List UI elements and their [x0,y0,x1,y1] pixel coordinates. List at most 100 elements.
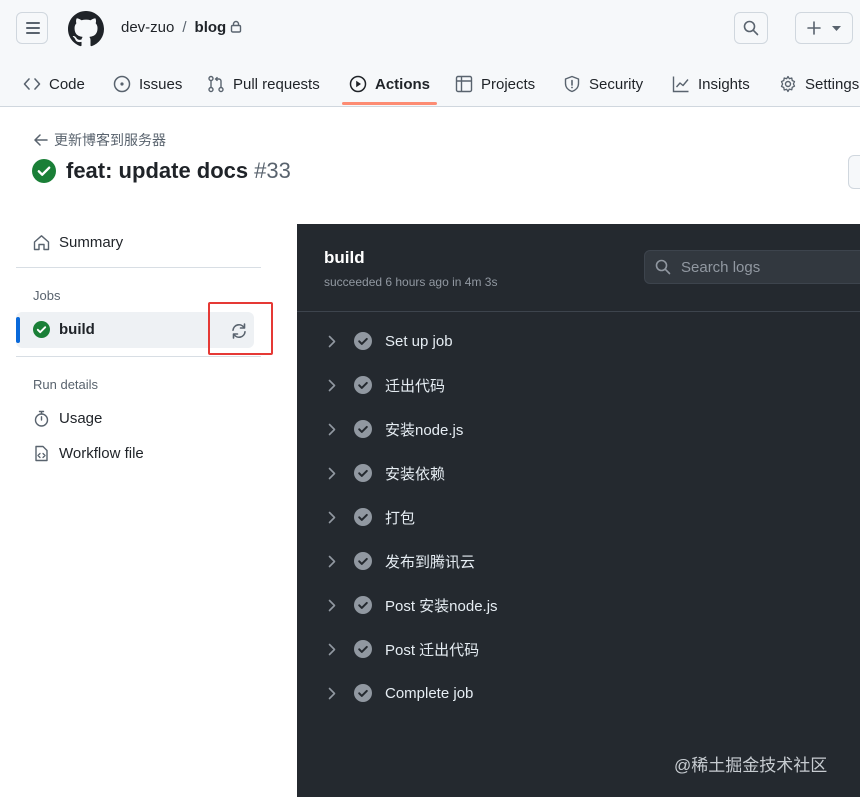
sidebar-item-label: Usage [59,410,103,427]
check-circle-icon [354,508,372,526]
sidebar-divider [16,267,261,268]
tab-projects[interactable]: Projects [455,64,535,104]
chevron-right-icon [328,599,336,611]
gear-icon [780,75,796,93]
tab-security[interactable]: Security [563,64,643,104]
search-logs-input[interactable] [679,257,853,277]
workflow-back-link[interactable]: 更新博客到服务器 [34,130,166,150]
log-step-label: Complete job [385,684,474,702]
check-circle-icon [33,321,50,338]
chevron-right-icon [328,643,336,655]
log-job-name: build [324,248,365,267]
log-step[interactable]: Complete job [297,671,860,715]
tab-label: Pull requests [233,75,320,93]
tab-label: Security [589,75,644,93]
job-label: build [33,321,95,338]
repo-tab-bar: Code Issues Pull requests Actions Projec… [0,64,860,106]
selected-job-indicator [16,317,20,343]
tab-label: Issues [139,75,183,93]
log-step[interactable]: Post 安装node.js [297,583,860,627]
chevron-right-icon [328,467,336,479]
log-step-label: 安装node.js [385,421,464,439]
workflow-name: 更新博客到服务器 [54,132,166,148]
chevron-right-icon [328,335,336,347]
rerun-menu-button[interactable] [848,155,860,189]
triangle-down-icon [832,26,841,31]
active-tab-indicator [342,102,437,105]
home-icon [33,235,50,251]
chevron-right-icon [328,687,336,699]
owner-link[interactable]: dev-zuo [121,19,174,36]
log-status-line: succeeded 6 hours ago in 4m 3s [324,275,498,289]
log-step[interactable]: 安装node.js [297,407,860,451]
check-circle-icon [354,596,372,614]
log-step[interactable]: Post 迁出代码 [297,627,860,671]
breadcrumb-separator: / [182,19,187,36]
log-step-label: Post 安装node.js [385,597,498,615]
job-name: build [59,321,95,338]
tab-settings[interactable]: Settings [779,64,859,104]
hamburger-button[interactable] [16,12,48,44]
run-title: feat: update docs #33 [32,158,291,184]
issue-icon [113,75,131,93]
arrow-left-icon [34,134,48,146]
check-circle-icon [354,684,372,702]
github-logo-icon[interactable] [68,11,104,47]
check-circle-icon [354,376,372,394]
log-step-label: 打包 [385,509,416,527]
tab-actions[interactable]: Actions [349,64,430,104]
tab-label: Insights [698,75,750,93]
jobs-heading: Jobs [33,288,61,303]
log-divider [297,311,860,312]
log-step[interactable]: 发布到腾讯云 [297,539,860,583]
sidebar-item-summary[interactable]: Summary [33,234,123,251]
run-number: #33 [254,158,291,183]
stopwatch-icon [34,410,49,427]
log-step-label: Set up job [385,332,453,350]
check-circle-icon [354,464,372,482]
breadcrumb: dev-zuo / blog [121,19,242,36]
log-step-label: 发布到腾讯云 [385,553,476,571]
run-details-heading: Run details [33,377,99,392]
create-new-button[interactable] [795,12,853,44]
log-step[interactable]: 打包 [297,495,860,539]
sidebar-item-workflow-file[interactable]: Workflow file [33,445,144,462]
tab-issues[interactable]: Issues [113,64,182,104]
sidebar-divider [16,356,261,357]
play-icon [349,75,367,93]
pull-request-icon [208,75,224,93]
check-circle-icon [354,332,372,350]
sidebar-item-usage[interactable]: Usage [33,410,102,427]
sidebar-item-label: Summary [59,234,124,251]
run-title-text: feat: update docs [66,158,249,183]
search-button[interactable] [734,12,768,44]
tab-pull-requests[interactable]: Pull requests [207,64,320,104]
tab-label: Actions [375,75,431,93]
code-icon [23,78,41,90]
chevron-right-icon [328,379,336,391]
tab-label: Settings [805,75,860,93]
lock-icon [231,20,242,33]
sidebar-item-label: Workflow file [59,445,144,462]
chevron-right-icon [328,511,336,523]
watermark: @稀土掘金技术社区 [674,756,828,775]
log-step[interactable]: 安装依赖 [297,451,860,495]
tab-label: Code [49,75,85,93]
search-logs-field[interactable] [644,250,860,284]
log-step-label: Post 迁出代码 [385,641,480,659]
log-step[interactable]: 迁出代码 [297,363,860,407]
tab-code[interactable]: Code [23,64,85,104]
check-circle-icon [354,420,372,438]
log-step[interactable]: Set up job [297,319,860,363]
repo-link[interactable]: blog [195,19,227,36]
search-icon [743,20,759,36]
job-log-panel: build succeeded 6 hours ago in 4m 3s Set… [297,224,860,797]
table-icon [455,75,473,93]
check-circle-icon [32,159,56,183]
plus-icon [807,21,821,35]
shield-icon [564,75,580,93]
check-circle-icon [354,640,372,658]
tab-insights[interactable]: Insights [672,64,750,104]
highlight-annotation-box [208,302,273,355]
check-circle-icon [354,552,372,570]
